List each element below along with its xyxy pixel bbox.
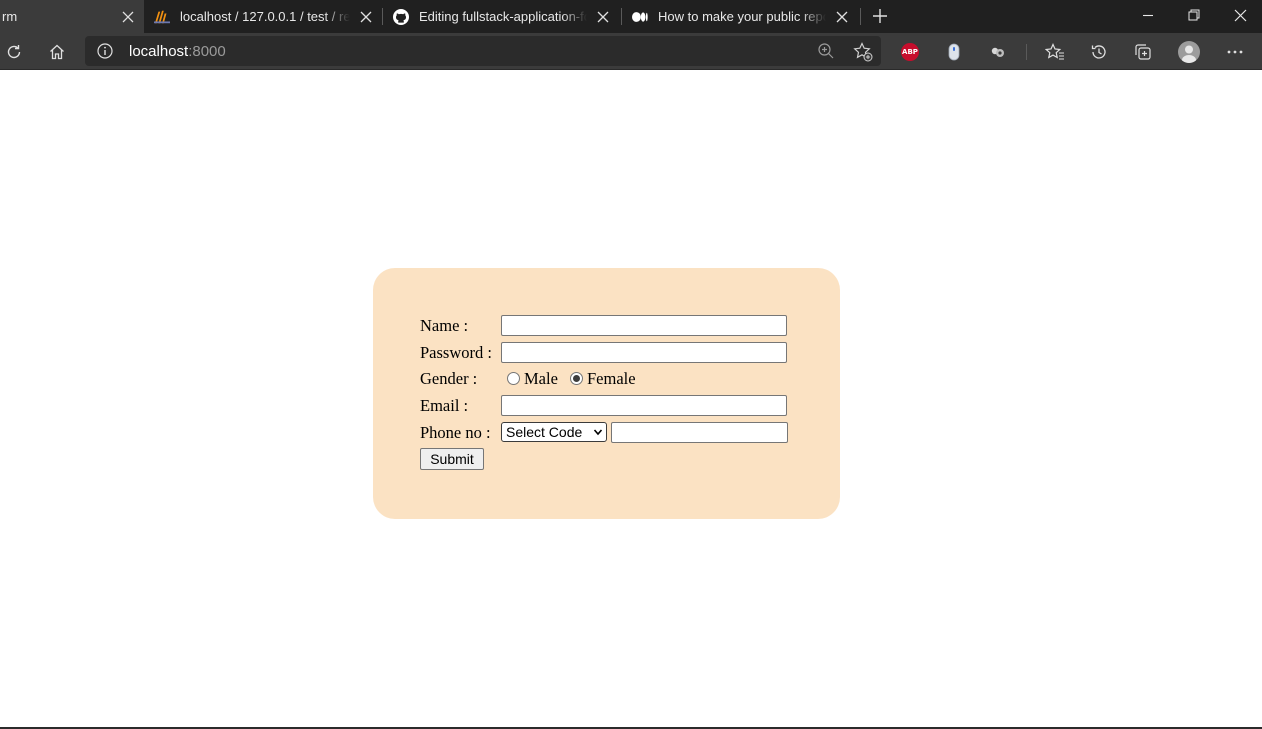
url-text[interactable]: localhost:8000 (129, 43, 226, 60)
collections-icon (1135, 44, 1151, 60)
close-tab-icon[interactable] (356, 7, 376, 27)
chevron-down-icon (593, 429, 603, 436)
phone-label: Phone no : (420, 423, 491, 442)
abp-icon: ABP (901, 43, 919, 61)
password-input[interactable] (501, 342, 787, 363)
close-tab-icon[interactable] (593, 7, 613, 27)
extension-button[interactable] (984, 38, 1012, 66)
browser-toolbar: localhost:8000 ABP (0, 33, 1262, 70)
email-input[interactable] (501, 395, 787, 416)
close-tab-icon[interactable] (118, 7, 138, 27)
name-input[interactable] (501, 315, 787, 336)
url-port: :8000 (188, 43, 226, 60)
more-icon (1227, 50, 1243, 54)
tab-separator (382, 8, 383, 25)
gender-female-radio[interactable] (570, 372, 583, 385)
tab-title: How to make your public repository (658, 9, 826, 24)
site-info-icon[interactable] (97, 43, 113, 59)
puzzle-extension-icon (991, 47, 1004, 57)
toolbar-divider (1026, 44, 1027, 60)
zoom-icon[interactable] (817, 42, 835, 60)
new-tab-button[interactable] (868, 4, 892, 28)
tab-title: Editing fullstack-application-form (419, 9, 587, 24)
restore-button[interactable] (1171, 0, 1217, 30)
settings-menu-button[interactable] (1221, 38, 1249, 66)
favorites-icon (1045, 43, 1064, 60)
tab-phpmyadmin[interactable]: localhost / 127.0.0.1 / test / registrat… (152, 0, 382, 33)
address-bar[interactable]: localhost:8000 (85, 36, 881, 66)
refresh-icon (7, 45, 21, 59)
mouse-icon (948, 43, 960, 61)
minimize-button[interactable] (1125, 0, 1171, 30)
registration-form: Name : Password : Gender : Male Female E… (373, 268, 840, 519)
phone-number-input[interactable] (611, 422, 788, 443)
tab-title: rm (2, 9, 18, 24)
gender-label: Gender : (420, 369, 478, 388)
page-content: Name : Password : Gender : Male Female E… (0, 71, 1262, 727)
password-label: Password : (420, 343, 492, 362)
submit-row: Submit (420, 448, 520, 472)
gender-male-radio[interactable] (507, 372, 520, 385)
tab-active[interactable]: rm (0, 0, 144, 33)
phpmyadmin-icon (154, 9, 170, 25)
email-row: Email : (420, 394, 800, 418)
tab-github[interactable]: Editing fullstack-application-form (391, 0, 619, 33)
phone-code-select[interactable]: Select Code (501, 422, 607, 442)
submit-button[interactable]: Submit (420, 448, 484, 470)
tab-separator (621, 8, 622, 25)
tab-title: localhost / 127.0.0.1 / test / registrat… (180, 9, 350, 24)
minimize-icon (1143, 14, 1153, 17)
close-icon (1234, 9, 1246, 21)
home-icon (50, 44, 64, 60)
tab-separator (860, 8, 861, 25)
history-icon (1091, 45, 1106, 59)
github-icon (393, 8, 409, 25)
history-button[interactable] (1085, 38, 1113, 66)
url-host: localhost (129, 43, 189, 60)
gender-female-label: Female (587, 369, 636, 388)
favorites-button[interactable] (1041, 38, 1069, 66)
tab-medium[interactable]: How to make your public repository (630, 0, 858, 33)
profile-button[interactable] (1175, 38, 1203, 66)
medium-icon (632, 9, 648, 25)
collections-button[interactable] (1129, 38, 1157, 66)
name-label: Name : (420, 316, 469, 335)
adblock-extension-button[interactable]: ABP (896, 38, 924, 66)
mouse-extension-button[interactable] (940, 38, 968, 66)
plus-icon (873, 9, 887, 23)
gender-row: Gender : Male Female (420, 367, 800, 391)
restore-icon (1188, 9, 1200, 21)
tab-strip: rm localhost / 127.0.0.1 / test / regist… (0, 0, 1262, 33)
name-row: Name : (420, 314, 800, 338)
phone-row: Phone no : Select Code (420, 421, 800, 445)
gender-male-label: Male (524, 369, 558, 388)
home-button[interactable] (43, 38, 71, 66)
close-tab-icon[interactable] (832, 7, 852, 27)
password-row: Password : (420, 341, 800, 365)
add-favorite-icon[interactable] (853, 42, 873, 62)
avatar (1178, 41, 1200, 63)
refresh-button[interactable] (0, 38, 28, 66)
email-label: Email : (420, 396, 469, 415)
phone-code-selected: Select Code (506, 424, 583, 440)
close-window-button[interactable] (1217, 0, 1262, 30)
